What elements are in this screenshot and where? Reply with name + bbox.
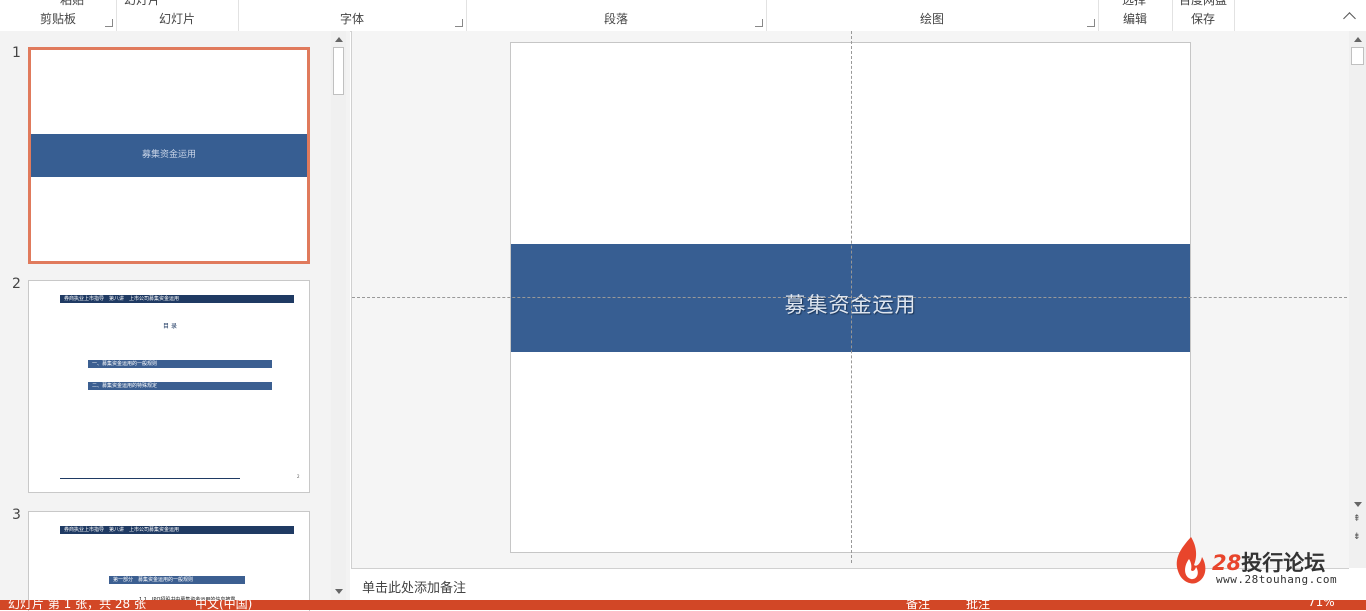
status-bar: 幻灯片 第 1 张，共 28 张 中文(中国) 备注 批注 71% — [0, 600, 1366, 610]
slide-number: 3 — [12, 507, 21, 523]
drawing-launcher-icon[interactable] — [1087, 19, 1095, 27]
slide-thumbnail-1[interactable]: 募集资金运用 — [28, 47, 310, 264]
thumb-section-item: 第一部分 募集资金运用的一般规则 — [109, 576, 245, 584]
slide-number: 1 — [12, 45, 21, 61]
ribbon-group-save: 百度网盘 保存 — [1172, 0, 1235, 31]
slide-number: 2 — [12, 276, 21, 292]
group-label-drawing: 绘图 — [919, 12, 944, 26]
paste-button[interactable]: 粘贴 — [60, 0, 84, 8]
paragraph-launcher-icon[interactable] — [755, 19, 763, 27]
editor-scrollbar[interactable]: ⇞ ⇟ — [1349, 31, 1366, 568]
notes-placeholder[interactable]: 单击此处添加备注 — [362, 577, 466, 596]
thumb-header: 券商执业上市指导 第八讲 上市公司募集资金运用 — [60, 295, 294, 303]
font-launcher-icon[interactable] — [455, 19, 463, 27]
thumb-header: 券商执业上市指导 第八讲 上市公司募集资金运用 — [60, 526, 294, 534]
comments-toggle-button[interactable]: 批注 — [966, 600, 990, 610]
watermark-url: www.28touhang.com — [1216, 573, 1338, 586]
baidu-netdisk-button[interactable]: 百度网盘 — [1179, 0, 1227, 8]
ribbon-group-slides: 幻灯片 幻灯片 — [116, 0, 239, 31]
watermark-text: 投行论坛 — [1241, 551, 1326, 575]
ribbon-group-paragraph: 段落 — [466, 0, 767, 31]
thumb-toc-item: 二、募集资金运用的特殊规定 — [88, 382, 272, 390]
ribbon-group-font: 字体 — [238, 0, 467, 31]
new-slide-button[interactable]: 幻灯片 — [124, 0, 160, 8]
scrollbar-thumb[interactable] — [333, 47, 344, 95]
ribbon-group-clipboard: 粘贴 剪贴板 — [0, 0, 117, 31]
notes-toggle-button[interactable]: 备注 — [906, 600, 930, 610]
group-label-editing: 编辑 — [1122, 12, 1147, 26]
scroll-down-icon[interactable] — [335, 589, 343, 594]
group-label-save: 保存 — [1190, 12, 1215, 26]
horizontal-guide[interactable] — [352, 297, 1347, 298]
thumb-toc-item: 一、募集资金运用的一般规则 — [88, 360, 272, 368]
group-label-paragraph: 段落 — [603, 12, 628, 26]
scroll-up-icon[interactable] — [335, 37, 343, 42]
ribbon-group-drawing: 绘图 — [766, 0, 1099, 31]
collapse-ribbon-icon[interactable] — [1343, 12, 1356, 25]
select-button[interactable]: 选择 — [1122, 0, 1146, 8]
scroll-up-icon[interactable] — [1354, 37, 1362, 42]
thumb-page-number: 2 — [297, 474, 300, 479]
watermark-number: 28 — [1212, 551, 1242, 575]
thumbnail-pane: 1 募集资金运用 2 券商执业上市指导 第八讲 上市公司募集资金运用 目 录 一… — [0, 31, 350, 611]
thumbnail-scrollbar[interactable] — [331, 31, 346, 600]
slide-thumbnail-2[interactable]: 券商执业上市指导 第八讲 上市公司募集资金运用 目 录 一、募集资金运用的一般规… — [28, 280, 310, 493]
group-label-font: 字体 — [339, 12, 364, 26]
flame-icon — [1176, 537, 1206, 584]
thumb-footer-line — [60, 478, 240, 479]
group-label-slides: 幻灯片 — [158, 12, 195, 26]
language-indicator[interactable]: 中文(中国) — [195, 600, 252, 610]
group-label-clipboard: 剪贴板 — [39, 12, 76, 26]
zoom-level[interactable]: 71% — [1308, 600, 1335, 609]
ribbon: 粘贴 剪贴板 幻灯片 幻灯片 字体 段落 绘图 选择 编辑 百度网盘 保存 — [0, 0, 1366, 32]
slide-thumbnail-3[interactable]: 券商执业上市指导 第八讲 上市公司募集资金运用 第一部分 募集资金运用的一般规则… — [28, 511, 310, 611]
watermark-logo: 28投行论坛 www.28touhang.com — [1172, 535, 1362, 590]
ribbon-group-editing: 选择 编辑 — [1098, 0, 1173, 31]
scroll-down-icon[interactable] — [1354, 502, 1362, 507]
clipboard-launcher-icon[interactable] — [105, 19, 113, 27]
thumb-heading: 目 录 — [163, 323, 177, 330]
previous-slide-icon[interactable]: ⇞ — [1353, 515, 1361, 524]
slide-counter: 幻灯片 第 1 张，共 28 张 — [8, 600, 146, 610]
scrollbar-thumb[interactable] — [1351, 47, 1364, 65]
thumb-title-bar: 募集资金运用 — [31, 134, 307, 177]
